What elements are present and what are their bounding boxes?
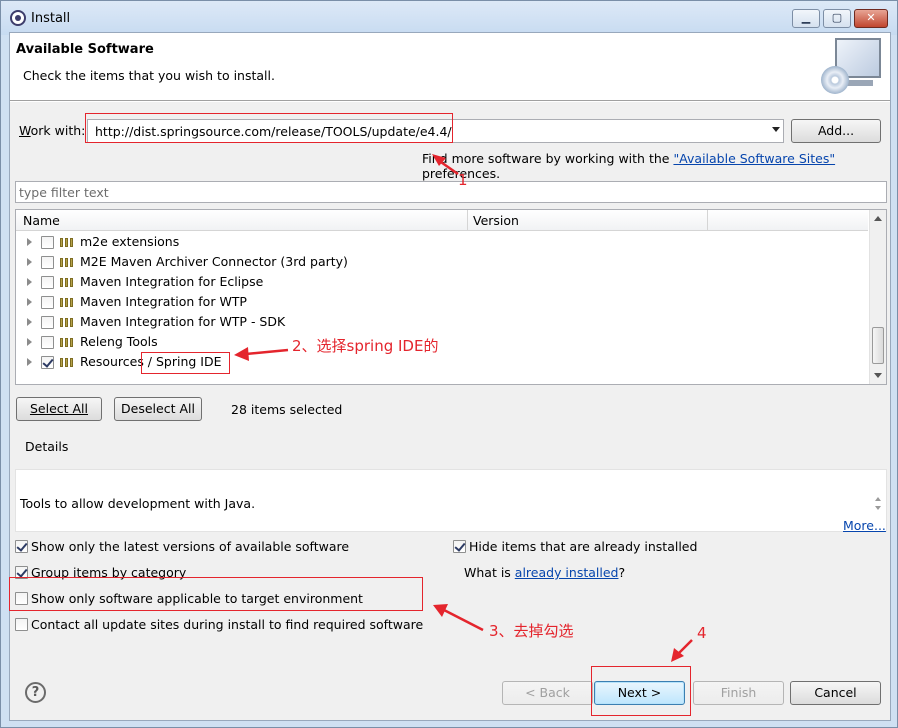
work-with-combo[interactable]: http://dist.springsource.com/release/TOO… [87,119,784,143]
table-row[interactable]: M2E Maven Archiver Connector (3rd party) [16,252,868,272]
row-checkbox[interactable] [41,296,54,309]
scroll-down-icon[interactable] [874,373,882,378]
table-row[interactable]: Maven Integration for WTP [16,292,868,312]
dialog-client: Available Software Check the items that … [9,32,891,721]
maximize-button[interactable]: ▢ [823,9,851,28]
install-window: Install ▁ ▢ ✕ Available Software Check t… [0,0,898,728]
row-name: M2E Maven Archiver Connector (3rd party) [80,254,348,269]
next-button[interactable]: Next > [594,681,685,705]
row-checkbox[interactable] [41,276,54,289]
row-name: Maven Integration for WTP [80,294,247,309]
row-name: Maven Integration for Eclipse [80,274,264,289]
finish-button[interactable]: Finish [693,681,784,705]
close-button[interactable]: ✕ [854,9,888,28]
row-checkbox[interactable] [41,336,54,349]
details-panel: Tools to allow development with Java. [15,469,887,532]
category-icon [60,298,75,307]
filter-input[interactable]: type filter text [15,181,887,203]
software-table: Name Version m2e extensions M2E Maven Arc… [15,209,887,385]
more-link[interactable]: More... [843,518,886,533]
table-row[interactable]: Releng Tools [16,332,868,352]
column-name[interactable]: Name [23,213,60,228]
already-installed-link[interactable]: already installed [515,565,619,580]
back-button[interactable]: < Back [502,681,593,705]
target-env-checkbox[interactable] [15,592,28,605]
dropdown-arrow-icon[interactable] [772,127,780,132]
scroll-up-icon[interactable] [874,216,882,221]
row-checkbox[interactable] [41,316,54,329]
find-more-text: Find more software by working with the "… [422,151,836,181]
table-header: Name Version [16,210,868,231]
selection-count: 28 items selected [231,402,343,417]
table-row[interactable]: m2e extensions [16,232,868,252]
dialog-body: Work with: http://dist.springsource.com/… [10,102,890,720]
row-name: Resources / Spring IDE [80,354,222,369]
table-row[interactable]: Maven Integration for WTP - SDK [16,312,868,332]
annotation-4: 4 [697,624,707,642]
select-all-button[interactable]: Select All [16,397,102,421]
group-by-category-checkbox[interactable] [15,566,28,579]
hide-installed-checkbox[interactable] [453,540,466,553]
category-icon [60,358,75,367]
available-software-sites-link[interactable]: "Available Software Sites" [673,151,835,166]
row-checkbox[interactable] [41,236,54,249]
what-is-text: What is already installed? [464,565,626,580]
details-scroll-icon[interactable] [874,497,884,517]
table-row[interactable]: Resources / Spring IDE [16,352,868,372]
details-text: Tools to allow development with Java. [20,496,256,511]
row-name: Releng Tools [80,334,158,349]
dialog-header: Available Software Check the items that … [10,33,890,101]
details-heading: Details [25,439,69,454]
category-icon [60,258,75,267]
page-title: Available Software [16,42,154,57]
title-bar: Install ▁ ▢ ✕ [1,1,897,35]
contact-sites-checkbox[interactable] [15,618,28,631]
scroll-thumb[interactable] [872,327,884,364]
expand-arrow-icon[interactable] [27,358,32,366]
annotation-2: 2、选择spring IDE的 [292,337,439,355]
deselect-all-button[interactable]: Deselect All [114,397,202,421]
cancel-button[interactable]: Cancel [790,681,881,705]
add-button[interactable]: Add... [791,119,881,143]
monitor-cd-icon [821,36,883,96]
page-subtitle: Check the items that you wish to install… [23,68,275,83]
row-checkbox[interactable] [41,256,54,269]
expand-arrow-icon[interactable] [27,238,32,246]
expand-arrow-icon[interactable] [27,318,32,326]
annotation-3: 3、去掉勾选 [489,622,574,640]
expand-arrow-icon[interactable] [27,298,32,306]
latest-versions-checkbox[interactable] [15,540,28,553]
column-version[interactable]: Version [473,213,519,228]
minimize-button[interactable]: ▁ [792,9,820,28]
window-title: Install [31,11,71,26]
row-checkbox[interactable] [41,356,54,369]
table-scrollbar[interactable] [869,210,886,384]
category-icon [60,318,75,327]
annotation-1: 1 [458,171,468,189]
work-with-label: Work with: [19,123,86,138]
help-icon[interactable]: ? [25,682,46,703]
expand-arrow-icon[interactable] [27,338,32,346]
work-with-value: http://dist.springsource.com/release/TOO… [95,124,452,139]
row-name: Maven Integration for WTP - SDK [80,314,286,329]
table-row[interactable]: Maven Integration for Eclipse [16,272,868,292]
expand-arrow-icon[interactable] [27,278,32,286]
expand-arrow-icon[interactable] [27,258,32,266]
eclipse-icon [10,10,26,26]
category-icon [60,278,75,287]
row-name: m2e extensions [80,234,180,249]
category-icon [60,238,75,247]
category-icon [60,338,75,347]
